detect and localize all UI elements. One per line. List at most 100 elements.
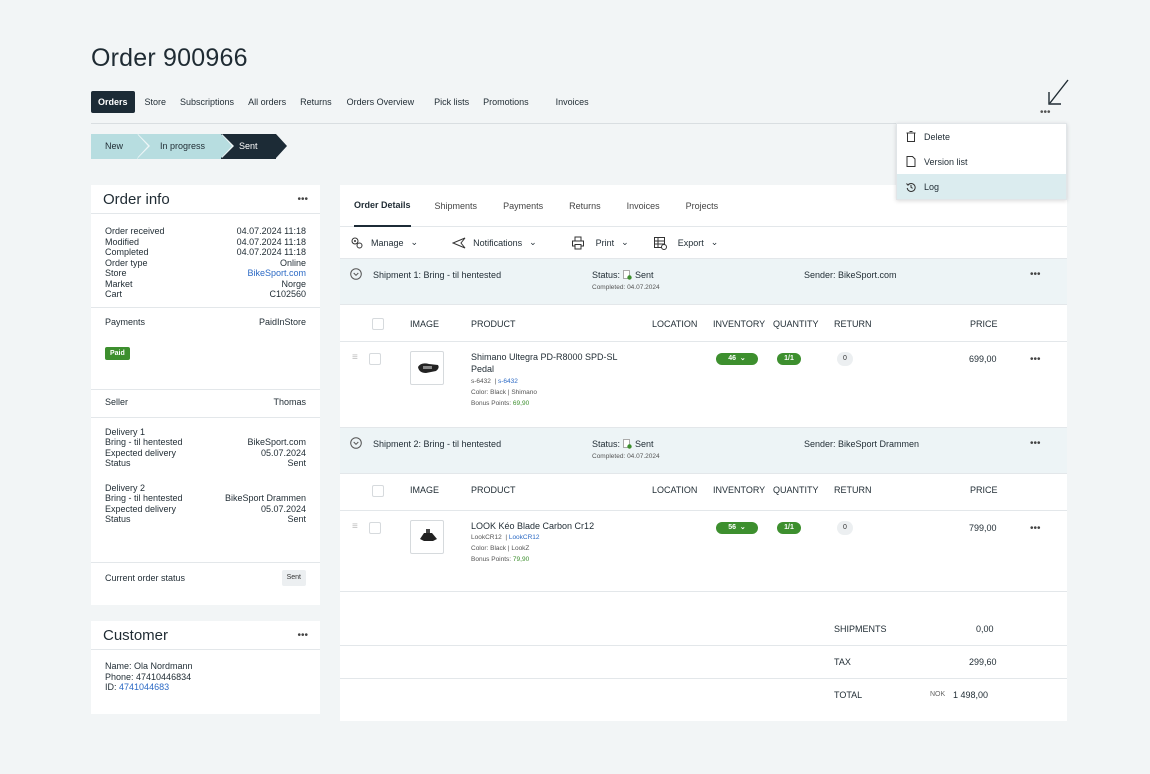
collapse-chevron-icon[interactable] <box>350 268 362 280</box>
shipment-2-menu-button[interactable]: ••• <box>1030 438 1041 449</box>
customer-id-row: ID: 4741044683 <box>105 682 306 693</box>
inventory-dropdown[interactable]: 56 ⌄ <box>716 522 758 534</box>
product-image <box>410 351 444 385</box>
row-menu-button[interactable]: ••• <box>1030 354 1041 365</box>
current-status-label: Current order status <box>105 572 186 583</box>
delivery2-status-label: Status <box>105 514 131 524</box>
totals-spacer <box>340 592 1067 612</box>
completed-row: Completed 04.07.2024 11:18 <box>105 247 306 258</box>
order-type-row: Order type Online <box>105 258 306 269</box>
modified-row: Modified 04.07.2024 11:18 <box>105 237 306 248</box>
select-all-checkbox[interactable] <box>372 485 384 497</box>
print-dropdown[interactable]: Print ⌄ <box>571 236 629 250</box>
nav-orders-overview[interactable]: Orders Overview <box>339 91 422 113</box>
shipment-1-status: Status: Sent <box>592 270 654 280</box>
tab-returns[interactable]: Returns <box>556 185 614 227</box>
tab-payments[interactable]: Payments <box>490 185 556 227</box>
menu-item-delete[interactable]: Delete <box>897 124 1066 149</box>
notifications-dropdown[interactable]: Notifications ⌄ <box>452 236 537 250</box>
chevron-down-icon: ⌄ <box>621 237 629 247</box>
nav-promotions[interactable]: Promotions <box>476 91 536 113</box>
row-checkbox[interactable] <box>369 522 381 534</box>
nav-subscriptions[interactable]: Subscriptions <box>173 91 241 113</box>
shipment-2-status: Status: Sent <box>592 439 654 449</box>
customer-details: Name: Ola Nordmann Phone: 47410446834 ID… <box>91 650 320 693</box>
inventory-value: 46 <box>728 355 737 362</box>
order-received-label: Order received <box>105 226 165 236</box>
nav-store[interactable]: Store <box>138 91 174 113</box>
customer-id-link[interactable]: 4741044683 <box>119 682 169 692</box>
delivery2-store: BikeSport Drammen <box>224 493 306 503</box>
delivery1-method-row: Bring - til hentested BikeSport.com <box>105 437 306 448</box>
delivery2-title-text: Delivery 2 <box>105 482 146 493</box>
delivery2-expected-label: Expected delivery <box>105 503 177 514</box>
drag-handle-icon[interactable]: ≡ <box>352 352 358 363</box>
top-nav: Orders Store Subscriptions All orders Re… <box>91 91 596 113</box>
seller-section: Seller Thomas <box>91 388 320 417</box>
tab-invoices[interactable]: Invoices <box>614 185 673 227</box>
bonus-label: Bonus Points: <box>471 400 512 407</box>
nav-pick-lists[interactable]: Pick lists <box>421 91 476 113</box>
step-new-label: New <box>105 141 124 151</box>
delivery1-status-label: Status <box>105 458 131 468</box>
return-count: 0 <box>837 521 853 535</box>
product-sku-link[interactable]: s-6432 <box>498 378 518 385</box>
store-link[interactable]: BikeSport.com <box>247 268 306 279</box>
export-dropdown[interactable]: Export ⌄ <box>653 236 718 250</box>
manage-dropdown[interactable]: Manage ⌄ <box>350 236 418 250</box>
drag-handle-icon[interactable]: ≡ <box>352 521 358 532</box>
pedal-image-icon <box>420 529 437 541</box>
customer-menu-button[interactable]: ••• <box>297 630 308 641</box>
current-status-badge: Sent <box>281 569 306 586</box>
delivery1-store: BikeSport.com <box>247 437 306 447</box>
delivery2-status-row: Status Sent <box>105 514 306 525</box>
menu-item-version-list[interactable]: Version list <box>897 149 1066 174</box>
sent-document-icon <box>623 270 632 280</box>
nav-all-orders[interactable]: All orders <box>241 91 293 113</box>
order-info-menu-button[interactable]: ••• <box>297 194 308 205</box>
modified-value: 04.07.2024 11:18 <box>236 236 306 247</box>
product-color: Color: Black | Shimano <box>471 389 537 396</box>
collapse-chevron-icon[interactable] <box>350 437 362 449</box>
row-menu-button[interactable]: ••• <box>1030 523 1041 534</box>
row-checkbox[interactable] <box>369 353 381 365</box>
delivery2-expected-row: Expected delivery 05.07.2024 <box>105 504 306 515</box>
delivery2-method: Bring - til hentested <box>105 493 183 503</box>
nav-returns[interactable]: Returns <box>293 91 339 113</box>
inventory-dropdown[interactable]: 46 ⌄ <box>716 353 758 365</box>
product-sku-row: s-6432 | s-6432 <box>471 378 518 385</box>
delivery2-expected-value: 05.07.2024 <box>260 503 306 514</box>
shipment-2-completed-value: 04.07.2024 <box>627 453 660 460</box>
shipment-2-title: Shipment 2: Bring - til hentested <box>373 439 502 449</box>
seller-value: Thomas <box>273 396 306 407</box>
shipment-2-completed-label: Completed: <box>592 453 626 460</box>
notifications-label: Notifications <box>473 237 523 248</box>
more-actions-button[interactable]: ••• <box>1040 107 1051 118</box>
tab-projects[interactable]: Projects <box>673 185 732 227</box>
tab-order-details[interactable]: Order Details <box>354 185 411 227</box>
shipment-1-completed: Completed: 04.07.2024 <box>592 284 660 291</box>
nav-invoices[interactable]: Invoices <box>536 91 596 113</box>
modified-label: Modified <box>105 236 140 247</box>
pedal-image-icon <box>418 363 439 373</box>
tab-shipments[interactable]: Shipments <box>425 185 491 227</box>
product-sku-row: LookCR12 | LookCR12 <box>471 534 540 541</box>
delivery1-status-value: Sent <box>287 458 306 468</box>
step-new[interactable]: New <box>91 134 150 159</box>
menu-item-log[interactable]: Log <box>897 174 1066 199</box>
select-all-checkbox[interactable] <box>372 318 384 330</box>
shipment-1-menu-button[interactable]: ••• <box>1030 269 1041 280</box>
col-price: PRICE <box>970 485 998 495</box>
actions-toolbar: Manage ⌄ Notifications ⌄ Print ⌄ Export … <box>340 227 1067 259</box>
step-sent-label: Sent <box>239 141 258 151</box>
menu-item-version-list-label: Version list <box>924 156 968 167</box>
delivery1-title: Delivery 1 <box>105 427 306 438</box>
col-product: PRODUCT <box>471 319 516 329</box>
product-price: 799,00 <box>969 523 997 533</box>
total-label: TOTAL <box>834 690 863 700</box>
nav-orders[interactable]: Orders <box>91 91 135 113</box>
order-received-value: 04.07.2024 11:18 <box>236 226 306 236</box>
customer-card: Customer ••• Name: Ola Nordmann Phone: 4… <box>91 621 320 714</box>
table-row: ≡ LOOK Kéo Blade Carbon Cr12 LookCR12 | … <box>340 511 1067 592</box>
product-sku-link[interactable]: LookCR12 <box>509 534 540 541</box>
